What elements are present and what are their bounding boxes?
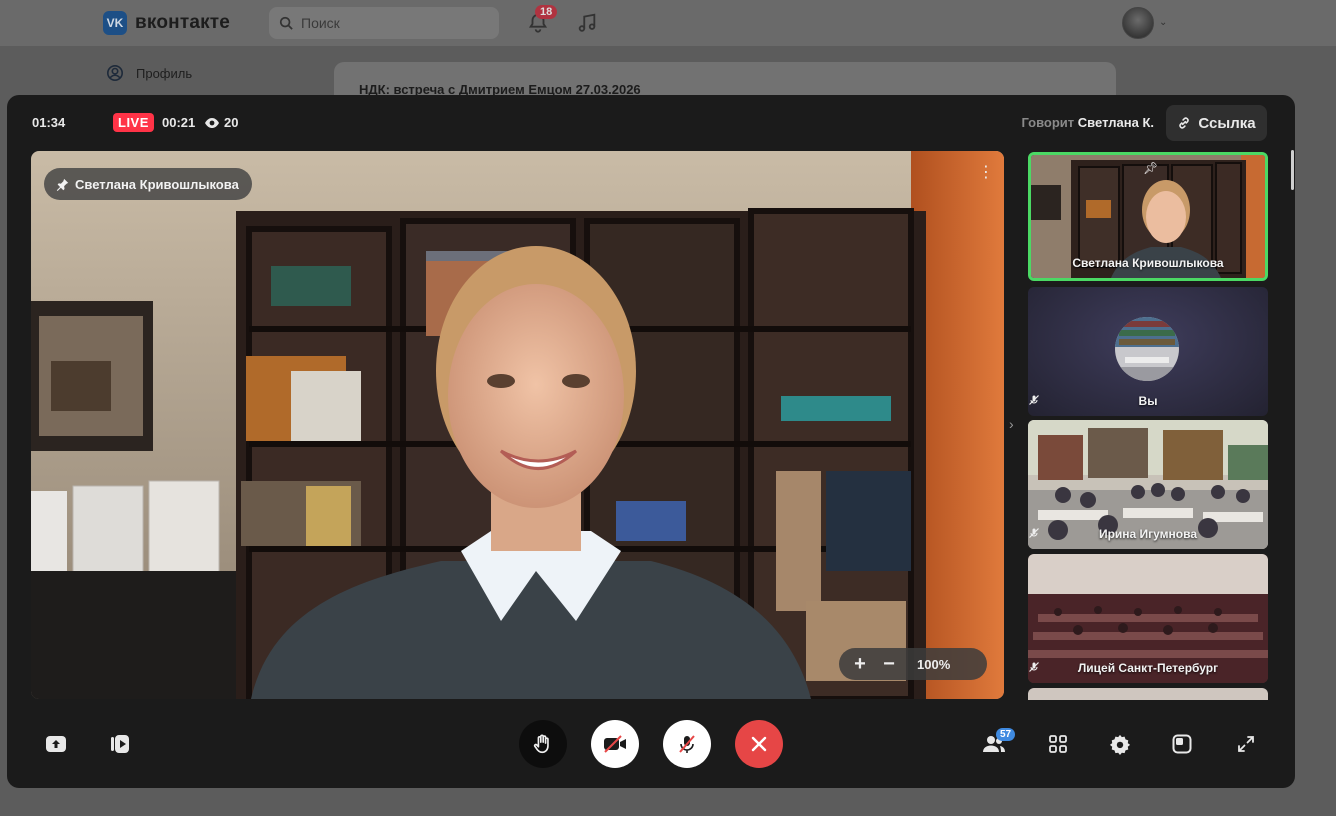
sidebar-item-label: Профиль	[136, 65, 193, 81]
search-placeholder: Поиск	[301, 15, 340, 31]
settings-button[interactable]	[1107, 731, 1133, 757]
participant-tile[interactable]: 📌︎ Светлана Кривошлыкова	[1028, 152, 1268, 281]
mic-off-icon	[1029, 662, 1039, 672]
participant-name: Светлана Кривошлыкова	[1031, 256, 1265, 270]
camera-toggle-button[interactable]	[591, 720, 639, 768]
participant-name: Вы	[1028, 394, 1268, 408]
pin-icon	[56, 178, 69, 191]
participant-tile-self[interactable]: Вы	[1028, 287, 1268, 416]
call-timer: 01:34	[32, 115, 66, 130]
camera-off-icon	[604, 735, 626, 753]
speaking-name: Светлана К.	[1077, 115, 1154, 130]
vk-logo-text: вконтакте	[135, 12, 231, 33]
record-button[interactable]	[107, 731, 133, 757]
record-icon	[111, 735, 129, 753]
zoom-value: 100%	[917, 656, 951, 672]
eye-icon	[205, 117, 219, 128]
search-icon	[279, 16, 293, 30]
pinned-speaker-name: Светлана Кривошлыкова	[75, 176, 239, 192]
participant-tile[interactable]	[1028, 688, 1268, 700]
grid-icon	[1049, 735, 1067, 753]
fullscreen-button[interactable]	[1233, 731, 1259, 757]
participant-tile[interactable]: Ирина Игумнова	[1028, 420, 1268, 549]
mic-off-icon	[1029, 528, 1039, 538]
pinned-speaker-label[interactable]: Светлана Кривошлыкова	[44, 168, 252, 200]
self-avatar	[1115, 317, 1179, 381]
vk-logo-icon: VK	[103, 11, 127, 35]
screen-share-icon	[46, 736, 66, 752]
sidebar-item-profile[interactable]: Профиль	[106, 64, 192, 82]
pin-icon: 📌︎	[1143, 161, 1159, 175]
link-icon	[1179, 117, 1190, 129]
zoom-in-button[interactable]: +	[845, 653, 875, 676]
end-call-button[interactable]	[735, 720, 783, 768]
end-call-icon	[751, 736, 767, 752]
mic-off-icon	[1029, 395, 1039, 405]
participant-name-text: Лицей Санкт-Петербург	[1077, 661, 1219, 675]
notifications-badge: 18	[535, 5, 558, 19]
music-icon[interactable]	[576, 12, 598, 34]
live-duration: 00:21	[162, 115, 196, 130]
zoom-control: + − 100%	[839, 648, 987, 680]
main-video[interactable]: Светлана Кривошлыкова ⋮ + − 100%	[31, 151, 1004, 699]
participant-name: Лицей Санкт-Петербург	[1028, 661, 1268, 675]
grid-view-button[interactable]	[1045, 731, 1071, 757]
avatar[interactable]	[1122, 7, 1154, 39]
search-input[interactable]: Поиск	[269, 7, 499, 39]
speaking-prefix: Говорит	[1021, 115, 1075, 130]
participant-name-text: Вы	[1138, 394, 1158, 408]
copy-link-button[interactable]: Ссылка	[1166, 105, 1267, 141]
mic-off-icon	[679, 735, 695, 753]
more-icon[interactable]: ⋮	[978, 165, 994, 183]
screen-share-button[interactable]	[43, 731, 69, 757]
participants-count-badge: 57	[996, 728, 1016, 741]
chevron-down-icon[interactable]: ⌄	[1159, 17, 1167, 28]
call-window: 01:34 LIVE 00:21 20 Говорит Светлана К. …	[7, 95, 1295, 788]
speaker-video-image	[31, 151, 1004, 699]
raise-hand-button[interactable]	[519, 720, 567, 768]
speaking-indicator: Говорит Светлана К.	[1021, 115, 1154, 130]
link-label: Ссылка	[1198, 114, 1256, 132]
fullscreen-icon	[1238, 736, 1254, 752]
participant-tile[interactable]: Лицей Санкт-Петербург	[1028, 554, 1268, 683]
mic-toggle-button[interactable]	[663, 720, 711, 768]
settings-icon	[1109, 734, 1131, 755]
viewer-count-value: 20	[224, 115, 239, 130]
user-icon	[106, 64, 124, 82]
scrollbar[interactable]	[1291, 150, 1294, 190]
live-badge: LIVE	[113, 113, 154, 132]
layout-icon	[1172, 734, 1192, 754]
participant-name-text: Ирина Игумнова	[1098, 527, 1198, 541]
vk-logo[interactable]: VK вконтакте	[103, 11, 230, 35]
self-avatar-image	[1115, 317, 1179, 381]
layout-button[interactable]	[1169, 731, 1195, 757]
zoom-out-button[interactable]: −	[875, 653, 903, 676]
participant-name-text: Светлана Кривошлыкова	[1072, 256, 1224, 270]
participant-name: Ирина Игумнова	[1028, 527, 1268, 541]
viewer-count: 20	[204, 115, 238, 130]
raise-hand-icon	[533, 734, 549, 754]
chevron-right-icon[interactable]: ›	[1009, 416, 1014, 432]
